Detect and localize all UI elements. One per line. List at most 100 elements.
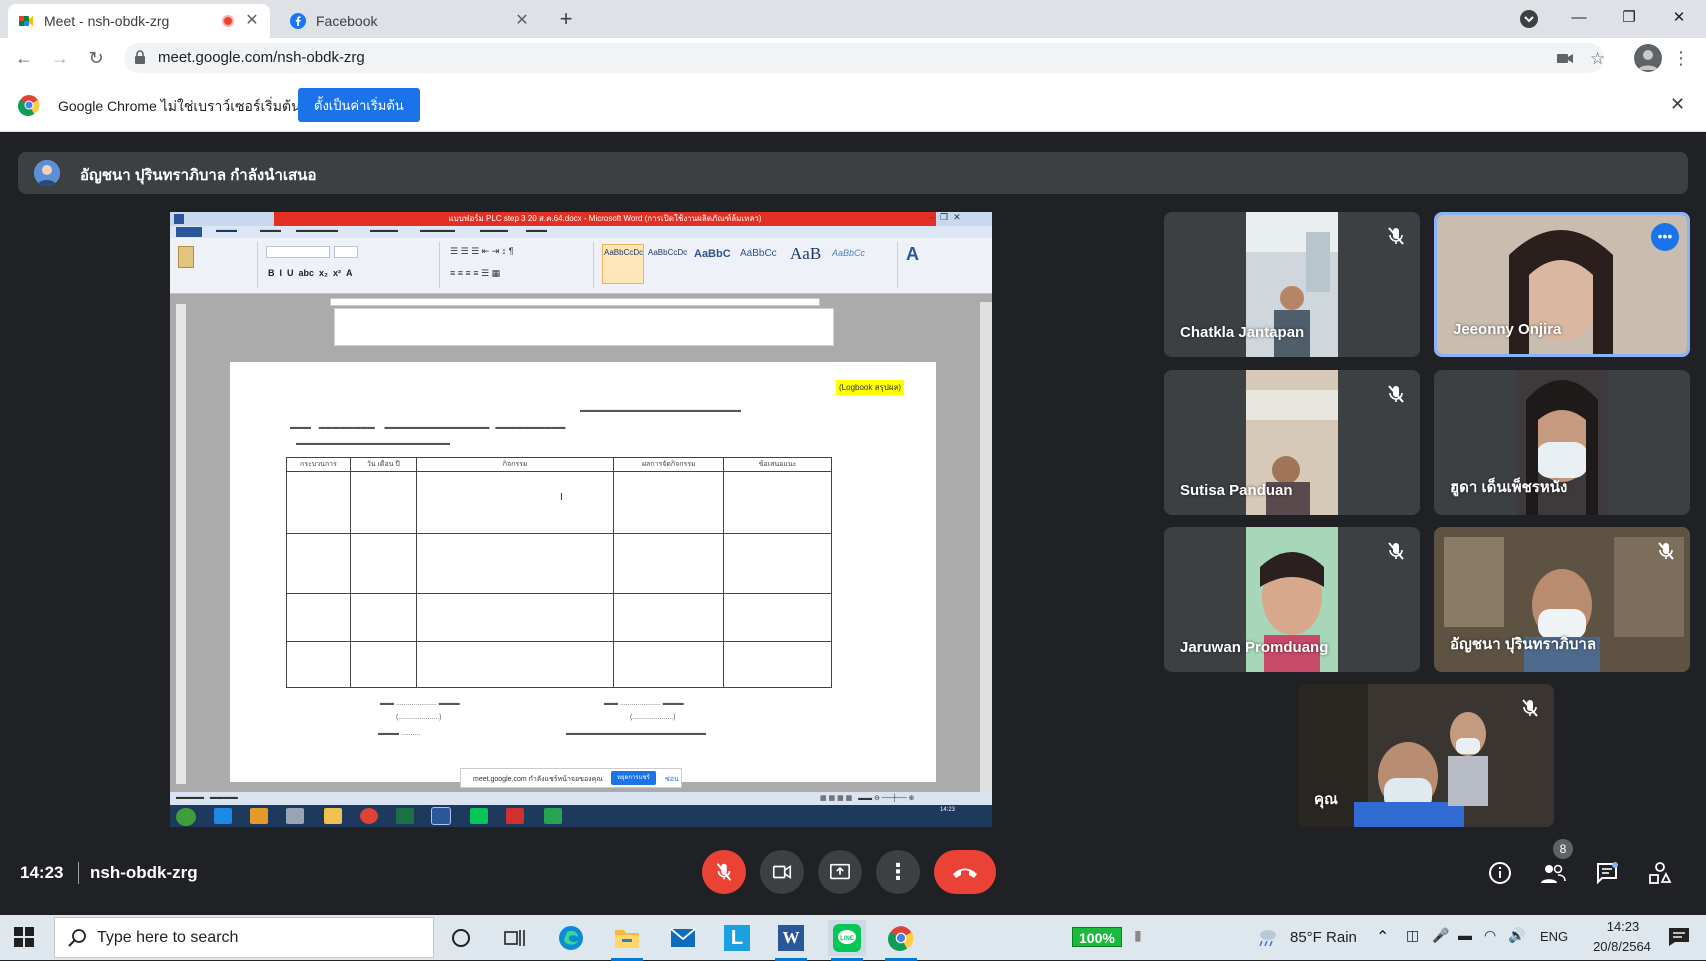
presenter-text: อัญชนา ปุรินทราภิบาล กำลังนำเสนอ xyxy=(80,167,317,184)
more-vert-icon: ⋮ xyxy=(887,859,909,884)
app-l-icon[interactable]: L xyxy=(718,920,756,956)
logbook-table: กระบวนการ วัน เดือน ปี กิจกรรม ผลการจัดก… xyxy=(286,457,832,688)
camera-in-use-icon[interactable] xyxy=(1556,49,1574,72)
participant-tile[interactable]: Chatkla Jantapan xyxy=(1164,212,1420,357)
meet-favicon-icon xyxy=(18,13,34,29)
more-options-button[interactable]: ⋮ xyxy=(876,850,920,894)
table-header: วัน เดือน ปี xyxy=(349,457,417,472)
present-screen-icon xyxy=(830,863,850,880)
present-now-button[interactable] xyxy=(818,850,862,894)
participant-tile[interactable]: ฮูดา เด็นเพ็ชรหนัง xyxy=(1434,370,1690,515)
hang-up-icon xyxy=(953,868,977,878)
shared-screen: แบบฟอร์ม PLC step 3 20 ส.ค.64.docx - Mic… xyxy=(170,212,992,827)
notification-icon[interactable] xyxy=(1668,927,1690,952)
tab-search-icon[interactable] xyxy=(1520,10,1538,28)
wifi-icon[interactable]: ◠ xyxy=(1484,927,1496,944)
tray-overflow-icon[interactable]: ⌃ xyxy=(1376,927,1389,947)
default-browser-infobar: Google Chrome ไม่ใช่เบราว์เซอร์เริ่มต้น … xyxy=(0,78,1706,132)
meeting-details-icon[interactable] xyxy=(1485,858,1515,888)
taskbar-clock-time[interactable]: 14:23 xyxy=(1594,919,1652,934)
paste-icon xyxy=(178,246,194,268)
search-icon xyxy=(67,928,87,953)
tab-title: Meet - nsh-obdk-zrg xyxy=(44,13,170,29)
table-header: กระบวนการ xyxy=(286,457,351,472)
set-default-button[interactable]: ตั้งเป็นค่าเริ่มต้น xyxy=(298,88,420,122)
people-icon[interactable] xyxy=(1538,858,1568,888)
line-taskbar-icon[interactable]: LINE xyxy=(828,920,866,961)
leave-call-button[interactable] xyxy=(934,850,996,894)
profile-avatar[interactable] xyxy=(1634,44,1662,72)
battery-widget[interactable]: 100% xyxy=(1072,927,1122,947)
window-close-icon[interactable]: ✕ xyxy=(1656,0,1702,34)
table-row xyxy=(286,593,832,642)
tab-facebook[interactable]: Facebook ✕ xyxy=(280,4,540,38)
tab-meet[interactable]: Meet - nsh-obdk-zrg ✕ xyxy=(8,4,270,38)
chrome-taskbar-icon[interactable] xyxy=(882,920,920,961)
word-ruler xyxy=(330,298,820,306)
windows-start-icon[interactable] xyxy=(14,927,34,952)
mail-icon[interactable] xyxy=(664,920,702,956)
table-header: ผลการจัดกิจกรรม xyxy=(613,457,725,472)
chat-icon[interactable] xyxy=(1592,858,1622,888)
word-scrollbar xyxy=(980,302,992,792)
edge-icon[interactable] xyxy=(552,920,590,956)
activities-icon[interactable] xyxy=(1645,858,1675,888)
taskbar-clock-date[interactable]: 20/8/2564 xyxy=(1590,939,1654,954)
logbook-label: (Logbook สรุปผล) xyxy=(836,380,905,395)
sharing-banner: meet.google.com กำลังแชร์หน้าจอของคุณ หย… xyxy=(460,768,682,788)
speaker-icon[interactable]: 🔊 xyxy=(1508,927,1525,944)
document-page: (Logbook สรุปผล) ▬▬▬▬▬▬▬▬▬▬▬▬▬▬▬▬▬▬▬▬▬▬▬… xyxy=(230,362,936,782)
more-options-icon[interactable]: ••• xyxy=(1651,223,1679,251)
mic-off-icon xyxy=(716,863,732,881)
reload-icon[interactable]: ↻ xyxy=(82,44,110,72)
stop-sharing-button: หยุดการแชร์ xyxy=(611,771,656,785)
table-row xyxy=(286,533,832,594)
participant-name: Jaruwan Promduang xyxy=(1180,639,1329,656)
maximize-icon[interactable]: ❐ xyxy=(1606,0,1652,34)
tab-title: Facebook xyxy=(316,13,378,29)
taskbar-search-box[interactable]: Type here to search xyxy=(54,917,434,958)
file-explorer-icon[interactable] xyxy=(608,920,646,961)
address-bar[interactable]: meet.google.com/nsh-obdk-zrg ☆ xyxy=(124,43,1605,73)
tray-app-icon[interactable]: ◫ xyxy=(1406,927,1419,944)
participant-name: ฮูดา เด็นเพ็ชรหนัง xyxy=(1450,479,1568,496)
back-icon[interactable]: ← xyxy=(10,44,38,72)
mic-toggle-button[interactable] xyxy=(702,850,746,894)
infobar-close-icon[interactable]: ✕ xyxy=(1670,94,1685,115)
close-tab-icon[interactable]: ✕ xyxy=(244,13,260,29)
browser-menu-icon[interactable]: ⋮ xyxy=(1672,48,1690,69)
tray-mic-icon[interactable]: 🎤 xyxy=(1432,927,1449,944)
word-vertical-ruler xyxy=(176,304,186,784)
presenter-avatar xyxy=(34,160,60,186)
shared-win7-taskbar: 14:23 xyxy=(170,805,992,827)
participant-tile[interactable]: Jaruwan Promduang xyxy=(1164,527,1420,672)
table-row xyxy=(286,641,832,688)
search-placeholder: Type here to search xyxy=(97,929,239,946)
forward-icon[interactable]: → xyxy=(46,44,74,72)
weather-text[interactable]: 85°F Rain xyxy=(1290,929,1357,946)
new-tab-icon[interactable]: + xyxy=(554,8,578,32)
close-tab-icon[interactable]: ✕ xyxy=(514,13,530,29)
folder-icon xyxy=(324,808,342,824)
participant-tile[interactable]: อัญชนา ปุรินทราภิบาล xyxy=(1434,527,1690,672)
bookmark-star-icon[interactable]: ☆ xyxy=(1590,49,1605,69)
chrome-logo-icon xyxy=(18,94,40,121)
previous-page-bottom xyxy=(334,308,834,346)
task-view-icon[interactable] xyxy=(496,920,534,956)
camera-icon xyxy=(772,864,792,880)
participant-tile[interactable]: Sutisa Panduan xyxy=(1164,370,1420,515)
camera-toggle-button[interactable] xyxy=(760,850,804,894)
word-taskbar-icon[interactable]: W xyxy=(772,920,810,961)
cortana-icon[interactable] xyxy=(442,920,480,956)
participant-name: อัญชนา ปุรินทราภิบาล xyxy=(1450,636,1597,653)
minimize-icon[interactable]: — xyxy=(1556,0,1602,34)
word-status-bar: ▬▬▬▬ ▬▬▬▬ ▦ ▦ ▦ ▦ ▬▬ ⊖ ──┼── ⊕ xyxy=(170,792,992,805)
participant-tile[interactable]: Jeeonny Onjira ••• xyxy=(1434,212,1690,357)
style-heading-1: AaBbC xyxy=(694,248,731,260)
infobar-message: Google Chrome ไม่ใช่เบราว์เซอร์เริ่มต้น xyxy=(58,98,301,114)
battery-icon[interactable]: ▬ xyxy=(1458,927,1472,943)
media-icon xyxy=(250,808,268,824)
self-view-tile[interactable]: คุณ xyxy=(1298,684,1554,827)
input-language[interactable]: ENG xyxy=(1540,929,1568,944)
word-window-controls: – ❐ ✕ xyxy=(930,212,961,222)
